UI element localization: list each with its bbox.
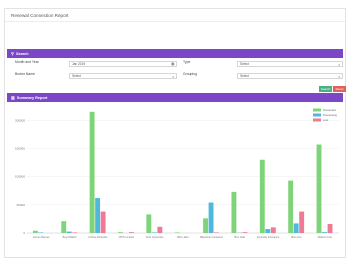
bar-processing (151, 232, 157, 233)
bar-processing (208, 202, 214, 233)
bar-processing (38, 232, 44, 233)
bar-presented (118, 232, 123, 233)
bar-presented (146, 214, 152, 233)
bar-presented (316, 144, 322, 233)
legend-swatch (313, 108, 321, 112)
legend-swatch (313, 113, 321, 117)
title-divider (5, 21, 345, 22)
legend-label: Presented (323, 108, 336, 112)
summary-bar-chart: 0 50000 100000 150000 200000 James Barnes Boyd… (15, 108, 339, 239)
chevron-down-icon: ▾ (338, 74, 340, 79)
y-tick-label: 0 (23, 231, 25, 235)
search-panel-header[interactable]: ⚲ Search (7, 49, 343, 58)
bar-lost (72, 232, 78, 233)
search-icon: ⚲ (11, 50, 14, 56)
reset-button[interactable]: Reset (333, 86, 346, 92)
x-tick-label: Bon Vale (235, 235, 246, 239)
x-tick-label: Watson Link (318, 235, 333, 239)
x-tick-label: Boyd Walsh (63, 235, 77, 239)
bar-lost (242, 232, 248, 233)
bar-processing (95, 198, 101, 233)
broker-name-label: Broker Name (15, 72, 35, 76)
grouping-label: Grouping (183, 72, 197, 76)
bar-lost (100, 211, 106, 233)
bar-lost (270, 227, 276, 233)
x-tick-label: CIPS Limited (119, 235, 135, 239)
bar-processing (293, 223, 299, 233)
bar-lost (157, 226, 163, 233)
chart-icon: ▥ (11, 94, 15, 100)
search-button[interactable]: Search (319, 86, 332, 92)
type-value: Select (240, 62, 249, 66)
grouping-select[interactable]: Select ▾ (237, 73, 343, 79)
bar-processing (322, 232, 327, 233)
bar-presented (259, 159, 265, 233)
broker-name-value: Select (72, 74, 81, 78)
bar-presented (288, 180, 294, 233)
search-panel-title: Search (15, 51, 29, 56)
search-form: Month and Year Jan 2019 ▦ Type Select ▾ … (7, 58, 346, 93)
bar-lost (214, 232, 220, 233)
bar-lost (327, 223, 333, 233)
x-tick-label: James Barnes (33, 235, 50, 239)
bar-presented (61, 221, 67, 233)
summary-panel-header[interactable]: ▥ Summary Report (7, 93, 343, 102)
page-title: Renewal Connection Report (11, 13, 69, 18)
bar-presented (89, 111, 95, 233)
bar-presented (231, 191, 237, 233)
report-window: Renewal Connection Report ⚲ Search Month… (4, 8, 346, 258)
month-year-label: Month and Year (15, 60, 39, 64)
x-tick-label: Kennedy Insurance (257, 235, 280, 239)
bar-presented (174, 232, 180, 233)
y-tick-label: 100000 (15, 175, 25, 179)
grouping-value: Select (240, 74, 249, 78)
chevron-down-icon: ▾ (338, 62, 340, 67)
x-tick-label: Milestone Insurance (200, 235, 224, 239)
bar-processing (265, 229, 271, 233)
month-year-input[interactable]: Jan 2019 ▦ (69, 61, 177, 67)
legend-swatch (313, 118, 321, 122)
bar-lost (299, 211, 305, 233)
type-label: Type (183, 60, 191, 64)
bar-lost (129, 232, 134, 233)
bar-processing (66, 231, 72, 233)
broker-name-select[interactable]: Select ▾ (69, 73, 177, 79)
type-select[interactable]: Select ▾ (237, 61, 343, 67)
chevron-down-icon: ▾ (172, 74, 174, 79)
y-tick-label: 50000 (17, 203, 26, 207)
summary-panel-title: Summary Report (16, 95, 48, 100)
legend-label: Processing (323, 113, 337, 117)
bar-presented (203, 218, 209, 233)
bar-presented (32, 230, 38, 233)
x-tick-label: Forbes Richards (88, 235, 108, 239)
x-tick-label: First Corporate (146, 235, 164, 239)
calendar-icon[interactable]: ▦ (171, 62, 174, 66)
month-year-value: Jan 2019 (72, 62, 86, 66)
x-tick-label: Blue Jaint (177, 235, 189, 239)
x-tick-label: Boo Line (291, 235, 302, 239)
y-tick-label: 150000 (15, 146, 25, 150)
legend-label: Lost (323, 118, 329, 122)
y-tick-label: 200000 (15, 118, 25, 122)
